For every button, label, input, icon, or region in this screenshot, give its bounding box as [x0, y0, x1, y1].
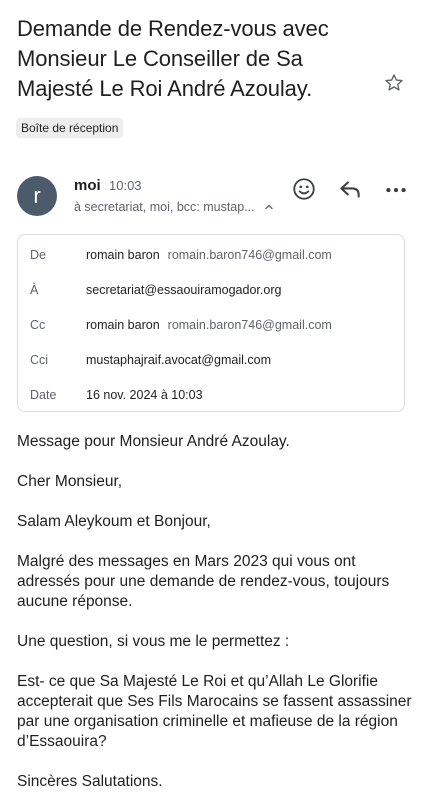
recipients-summary-text: à secretariat, moi, bcc: mustap... — [74, 200, 255, 214]
reply-icon[interactable] — [337, 176, 363, 202]
more-icon[interactable] — [383, 176, 409, 202]
date-value: 16 nov. 2024 à 10:03 — [86, 388, 203, 402]
from-value: romain baron romain.baron746@gmail.com — [86, 247, 332, 263]
cc-name[interactable]: romain baron — [86, 318, 160, 332]
star-icon[interactable] — [383, 72, 405, 94]
body-paragraph: Malgré des messages en Mars 2023 qui vou… — [17, 553, 390, 610]
to-email[interactable]: secretariat@essaouiramogador.org — [86, 282, 281, 298]
body-paragraph: Une question, si vous me le permettez : — [17, 633, 290, 650]
cc-email[interactable]: romain.baron746@gmail.com — [168, 318, 332, 332]
bcc-email[interactable]: mustaphajraif.avocat@gmail.com — [86, 352, 271, 368]
body-paragraph: Sincères Salutations. — [17, 773, 163, 790]
emoji-icon[interactable] — [291, 176, 317, 202]
from-label: De — [30, 248, 46, 262]
email-subject: Demande de Rendez-vous avec Monsieur Le … — [17, 16, 329, 101]
email-body: Message pour Monsieur André Azoulay. Che… — [17, 432, 412, 812]
avatar[interactable]: r — [17, 176, 57, 216]
cc-value: romain baron romain.baron746@gmail.com — [86, 317, 332, 333]
recipient-details-box: De romain baron romain.baron746@gmail.com… — [17, 234, 405, 412]
subject-header: Demande de Rendez-vous avec Monsieur Le … — [17, 14, 357, 104]
body-paragraph: Salam Aleykoum et Bonjour, — [17, 513, 211, 530]
body-paragraph: Est- ce que Sa Majesté Le Roi et qu’Alla… — [17, 673, 412, 750]
body-paragraph: Cher Monsieur, — [17, 473, 123, 490]
from-name[interactable]: romain baron — [86, 248, 160, 262]
bcc-label: Cci — [30, 353, 49, 367]
chevron-up-icon[interactable] — [264, 201, 274, 215]
sender-time: 10:03 — [109, 178, 142, 193]
inbox-label-chip[interactable]: Boîte de réception — [16, 118, 124, 138]
body-paragraph: Message pour Monsieur André Azoulay. — [17, 433, 290, 450]
to-label: À — [30, 283, 39, 297]
from-email[interactable]: romain.baron746@gmail.com — [168, 248, 332, 262]
date-label: Date — [30, 388, 57, 402]
cc-label: Cc — [30, 318, 46, 332]
sender-name: moi — [74, 177, 101, 194]
recipients-summary[interactable]: à secretariat, moi, bcc: mustap... — [74, 200, 274, 215]
